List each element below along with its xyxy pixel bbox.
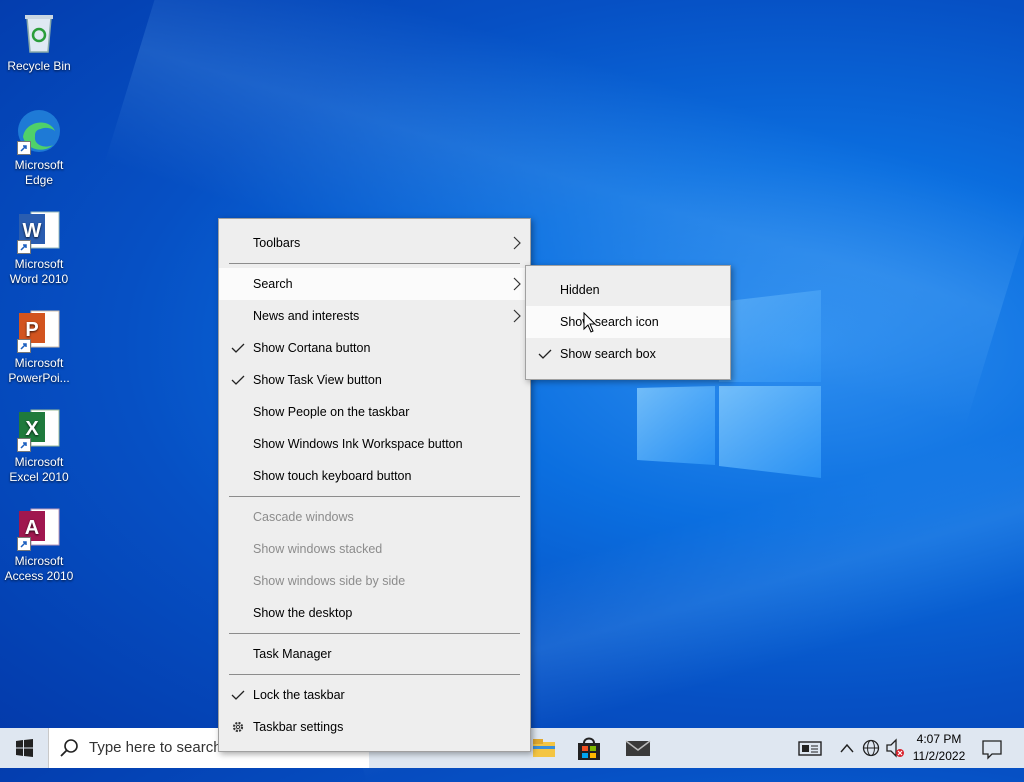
menu-item-label: Search — [253, 277, 293, 291]
menu-item-label: Show the desktop — [253, 606, 353, 620]
menu-item-label: Taskbar settings — [253, 720, 344, 734]
clock-time: 4:07 PM — [916, 732, 962, 746]
desktop-icon-label: Recycle Bin — [7, 59, 71, 73]
desktop-icon-label: Microsoft Excel 2010 — [9, 455, 69, 484]
desktop-icon-label: Microsoft Edge — [14, 158, 64, 187]
menu-item-label: Show search box — [560, 347, 656, 361]
menu-item-show-touch-keyboard[interactable]: Show touch keyboard button — [219, 460, 530, 492]
desktop-icon-excel[interactable]: X Microsoft Excel 2010 — [3, 404, 75, 485]
menu-item-label: Task Manager — [253, 647, 332, 661]
menu-item-search[interactable]: Search — [219, 268, 530, 300]
menu-item-label: Show windows side by side — [253, 574, 406, 588]
checkmark-icon — [231, 690, 245, 700]
taskbar-context-menu: Toolbars Search News and interests Show … — [218, 218, 531, 752]
menu-item-show-windows-stacked: Show windows stacked — [219, 533, 530, 565]
desktop-icon-label: Microsoft Word 2010 — [9, 257, 69, 286]
menu-item-label: Show Task View button — [253, 373, 382, 387]
desktop-icon-access[interactable]: A Microsoft Access 2010 — [3, 503, 75, 584]
news-and-interests-icon[interactable] — [796, 728, 824, 768]
shortcut-arrow-icon — [17, 339, 31, 353]
menu-item-show-windows-side-by-side: Show windows side by side — [219, 565, 530, 597]
chevron-right-icon — [513, 277, 521, 291]
submenu-item-show-search-box[interactable]: Show search box — [526, 338, 730, 370]
powerpoint-icon: P — [15, 305, 63, 353]
menu-item-label: Cascade windows — [253, 510, 354, 524]
menu-item-label: Show People on the taskbar — [253, 405, 410, 419]
svg-text:W: W — [23, 220, 42, 242]
volume-muted-icon[interactable] — [884, 728, 906, 768]
microsoft-store-icon[interactable] — [575, 734, 603, 762]
chevron-up-icon[interactable] — [838, 728, 856, 768]
access-icon: A — [15, 503, 63, 551]
menu-item-label: Toolbars — [253, 236, 301, 250]
menu-item-label: Show Windows Ink Workspace button — [253, 437, 463, 451]
search-placeholder: Type here to search — [89, 739, 222, 756]
file-explorer-icon[interactable] — [530, 734, 558, 762]
menu-item-label: Lock the taskbar — [253, 688, 345, 702]
menu-item-label: Show touch keyboard button — [253, 469, 412, 483]
excel-icon: X — [15, 404, 63, 452]
svg-text:P: P — [25, 319, 38, 341]
menu-item-news-and-interests[interactable]: News and interests — [219, 300, 530, 332]
menu-item-show-task-view-button[interactable]: Show Task View button — [219, 364, 530, 396]
menu-item-show-people[interactable]: Show People on the taskbar — [219, 396, 530, 428]
submenu-item-show-search-icon[interactable]: Show search icon — [526, 306, 730, 338]
search-submenu: Hidden Show search icon Show search box — [525, 265, 731, 380]
menu-item-lock-the-taskbar[interactable]: Lock the taskbar — [219, 679, 530, 711]
chevron-right-icon — [513, 309, 521, 323]
menu-item-show-the-desktop[interactable]: Show the desktop — [219, 597, 530, 629]
menu-item-toolbars[interactable]: Toolbars — [219, 227, 530, 259]
menu-separator — [229, 263, 520, 264]
desktop-icon-powerpoint[interactable]: P Microsoft PowerPoi... — [3, 305, 75, 386]
recycle-bin-icon — [15, 8, 63, 56]
menu-item-label: Hidden — [560, 283, 600, 297]
word-icon: W — [15, 206, 63, 254]
mouse-cursor-icon — [583, 312, 597, 333]
svg-text:A: A — [25, 517, 39, 539]
taskbar-clock[interactable]: 4:07 PM 11/2/2022 — [906, 731, 972, 765]
submenu-item-hidden[interactable]: Hidden — [526, 274, 730, 306]
desktop-icon-label: Microsoft PowerPoi... — [8, 356, 70, 385]
desktop-icon-label: Microsoft Access 2010 — [4, 554, 74, 583]
checkmark-icon — [538, 349, 552, 359]
menu-separator — [229, 496, 520, 497]
menu-item-taskbar-settings[interactable]: Taskbar settings — [219, 711, 530, 743]
menu-item-show-cortana-button[interactable]: Show Cortana button — [219, 332, 530, 364]
checkmark-icon — [231, 343, 245, 353]
start-button[interactable] — [0, 728, 48, 768]
menu-item-show-ink-workspace[interactable]: Show Windows Ink Workspace button — [219, 428, 530, 460]
edge-icon — [15, 107, 63, 155]
windows-start-icon — [16, 739, 33, 757]
search-icon — [60, 739, 78, 757]
menu-item-label: Show Cortana button — [253, 341, 371, 355]
mail-icon[interactable] — [624, 734, 652, 762]
menu-item-cascade-windows: Cascade windows — [219, 501, 530, 533]
action-center-icon[interactable] — [980, 728, 1004, 768]
gear-icon — [232, 721, 244, 733]
menu-item-label: Show windows stacked — [253, 542, 383, 556]
shortcut-arrow-icon — [17, 141, 31, 155]
clock-date: 11/2/2022 — [912, 749, 966, 763]
shortcut-arrow-icon — [17, 240, 31, 254]
network-globe-icon[interactable] — [860, 728, 882, 768]
checkmark-icon — [231, 375, 245, 385]
desktop-icon-word[interactable]: W Microsoft Word 2010 — [3, 206, 75, 287]
svg-text:X: X — [25, 418, 39, 440]
menu-item-label: News and interests — [253, 309, 360, 323]
shortcut-arrow-icon — [17, 438, 31, 452]
chevron-right-icon — [513, 236, 521, 250]
menu-separator — [229, 633, 520, 634]
menu-item-task-manager[interactable]: Task Manager — [219, 638, 530, 670]
menu-item-label: Show search icon — [560, 315, 659, 329]
shortcut-arrow-icon — [17, 537, 31, 551]
desktop-icon-microsoft-edge[interactable]: Microsoft Edge — [3, 107, 75, 188]
desktop-icon-recycle-bin[interactable]: Recycle Bin — [3, 8, 75, 74]
menu-separator — [229, 674, 520, 675]
